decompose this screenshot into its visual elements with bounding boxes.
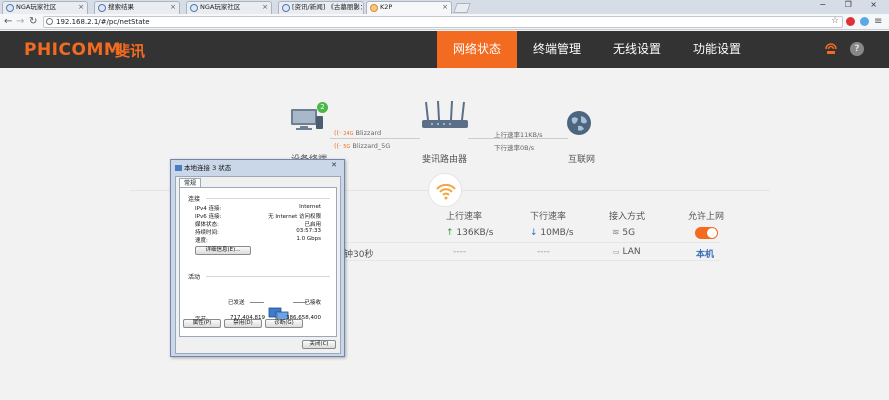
browser-tab-active[interactable]: K2P ×: [366, 1, 452, 14]
nav-network-status[interactable]: 网络状态: [437, 31, 517, 68]
tab-close-icon[interactable]: ×: [262, 2, 268, 13]
properties-button[interactable]: 属性(P): [183, 319, 221, 328]
address-bar-row: ← → ↻ 192.168.2.1/#/pc/netState ☆ ≡: [0, 14, 889, 30]
menu-icon[interactable]: ≡: [874, 16, 882, 28]
nav-terminal-management[interactable]: 终端管理: [517, 31, 597, 68]
page-info-icon[interactable]: [46, 18, 53, 25]
browser-tab[interactable]: NGA玩家社区 ×: [2, 1, 88, 14]
up-arrow-icon: ↑: [446, 228, 454, 238]
bookmark-star-icon[interactable]: ☆: [831, 16, 839, 26]
field-ipv4-value: Internet: [299, 204, 321, 210]
table-row-access: ≋ 5G: [612, 228, 636, 238]
extension-icon[interactable]: [860, 17, 869, 26]
wifi-icon: ((·: [334, 142, 342, 150]
close-button[interactable]: 关闭(C): [302, 340, 336, 349]
col-header-allow: 允许上网: [688, 212, 725, 222]
wifi-5g-info: ((· 5G Blizzard_5G: [334, 142, 391, 150]
upload-rate-label: 上行速率11KB/s: [494, 131, 543, 139]
network-adapter-icon: [175, 165, 182, 171]
tab-close-icon[interactable]: ×: [170, 2, 176, 13]
col-header-access: 接入方式: [609, 212, 646, 222]
url-input[interactable]: 192.168.2.1/#/pc/netState: [43, 16, 843, 28]
browser-tab[interactable]: [资讯/新闻] 《古墓丽影：暗影》... ×: [278, 1, 364, 14]
forward-arrow-icon[interactable]: →: [16, 16, 24, 28]
dialog-title: 本地连接 3 状态: [175, 162, 231, 172]
table-row-upload: ↑ 136KB/s: [446, 228, 494, 238]
browser-tab[interactable]: NGA玩家社区 ×: [186, 1, 272, 14]
diagnose-button[interactable]: 诊断(G): [265, 319, 303, 328]
browser-tab[interactable]: 搜索结果 ×: [94, 1, 180, 14]
favicon-icon: [190, 4, 198, 12]
help-icon[interactable]: ?: [850, 42, 864, 56]
field-ipv6-key: IPv6 连接:: [195, 214, 222, 220]
row-divider: [344, 260, 720, 261]
tab-close-icon[interactable]: ×: [442, 2, 448, 13]
details-button[interactable]: 详细信息(E)...: [195, 246, 251, 255]
disable-button[interactable]: 禁用(D): [224, 319, 262, 328]
router-upgrade-icon[interactable]: [824, 42, 838, 56]
activity-section-label: 活动: [188, 274, 201, 281]
router-header: PHICOMM 斐讯 网络状态 终端管理 无线设置 功能设置 ?: [0, 31, 889, 68]
table-row-access: ▭ LAN: [613, 247, 641, 257]
received-dash: [293, 302, 307, 303]
col-header-upload: 上行速率: [446, 212, 483, 222]
tab-close-icon[interactable]: ×: [354, 2, 360, 13]
favicon-icon: [6, 4, 14, 12]
nav-function-settings[interactable]: 功能设置: [677, 31, 757, 68]
field-media-key: 媒体状态:: [195, 222, 219, 228]
toggle-knob: [707, 228, 717, 238]
device-count-badge: 2: [317, 102, 328, 113]
router-icon[interactable]: [420, 100, 470, 134]
table-row-download: ----: [537, 247, 550, 257]
field-ipv4-key: IPv4 连接:: [195, 206, 222, 212]
brand-logo-cn: 斐讯: [115, 42, 146, 60]
dialog-body: 常规 连接 IPv4 连接: Internet IPv6 连接: 无 Inter…: [175, 176, 341, 354]
brand-logo: PHICOMM: [24, 40, 122, 60]
field-speed-value: 1.0 Gbps: [296, 236, 321, 242]
router-label: 斐讯路由器: [422, 155, 468, 165]
section-divider: [206, 276, 330, 277]
wifi-icon: ≋: [612, 228, 620, 238]
field-media-value: 已启用: [304, 222, 321, 228]
field-duration-value: 03:57:33: [296, 228, 321, 234]
field-speed-key: 速度:: [195, 238, 208, 244]
table-row-duration: 钟30秒: [344, 250, 374, 260]
connection-section-label: 连接: [188, 196, 201, 203]
reload-icon[interactable]: ↻: [29, 16, 37, 28]
favicon-icon: [370, 4, 378, 12]
dialog-close-icon[interactable]: ✕: [327, 161, 341, 170]
connection-status-dialog[interactable]: 本地连接 3 状态 ✕ 常规 连接 IPv4 连接: Internet IPv6…: [170, 159, 345, 357]
wifi-24g-info: ((· 24G Blizzard: [334, 129, 382, 137]
lan-icon: ▭: [613, 248, 620, 256]
table-row-upload: ----: [453, 247, 466, 257]
section-divider: [206, 198, 330, 199]
new-tab-button[interactable]: [453, 3, 471, 13]
internet-label: 互联网: [568, 155, 596, 165]
nav-wireless-settings[interactable]: 无线设置: [597, 31, 677, 68]
favicon-icon: [282, 4, 290, 12]
window-controls[interactable]: − ❐ ×: [819, 0, 885, 9]
local-device-label: 本机: [696, 250, 715, 260]
down-arrow-icon: ↓: [530, 228, 538, 238]
wifi-center-icon: [428, 173, 462, 207]
field-ipv6-value: 无 Internet 访问权限: [268, 214, 321, 220]
field-duration-key: 持续时间:: [195, 230, 219, 236]
col-header-download: 下行速率: [530, 212, 567, 222]
favicon-icon: [98, 4, 106, 12]
internet-globe-icon[interactable]: [566, 110, 592, 136]
browser-tab-strip: NGA玩家社区 × 搜索结果 × NGA玩家社区 × [资讯/新闻] 《古墓丽影…: [0, 0, 889, 14]
dialog-tab-content: 连接 IPv4 连接: Internet IPv6 连接: 无 Internet…: [179, 187, 337, 337]
sent-dash: [250, 302, 264, 303]
tab-close-icon[interactable]: ×: [78, 2, 84, 13]
download-rate-label: 下行速率0B/s: [494, 144, 535, 152]
sent-label: 已发送: [228, 300, 245, 306]
row-divider: [344, 242, 720, 243]
extension-icon[interactable]: [846, 17, 855, 26]
back-arrow-icon[interactable]: ←: [4, 16, 12, 28]
connection-line: [330, 138, 420, 139]
allow-internet-toggle[interactable]: [695, 227, 718, 239]
wifi-icon: ((·: [334, 129, 342, 137]
table-row-download: ↓ 10MB/s: [530, 228, 574, 238]
